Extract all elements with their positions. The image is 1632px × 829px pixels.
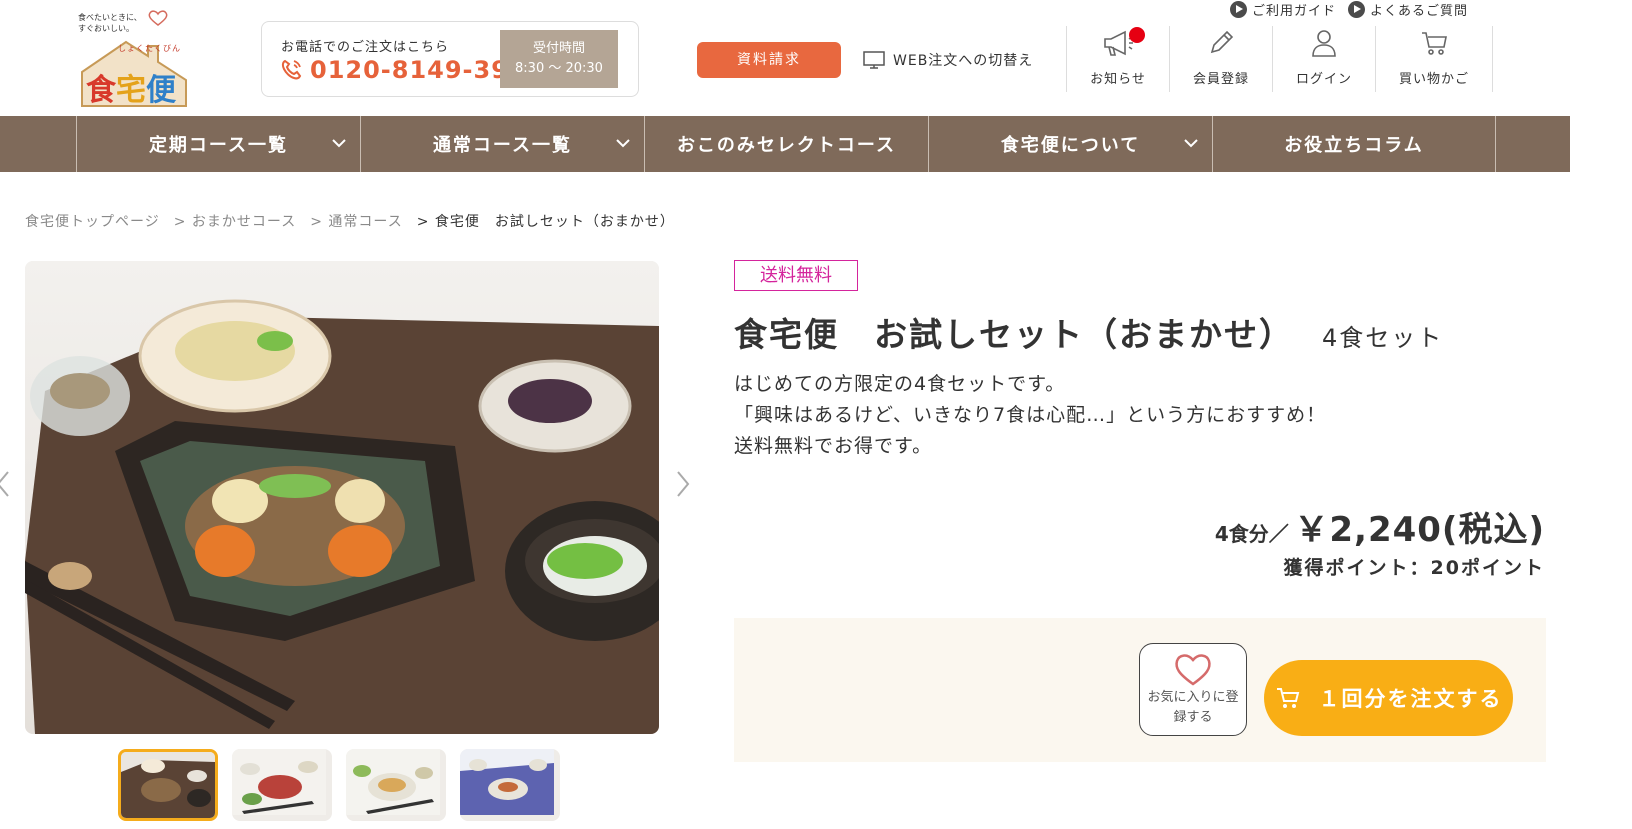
phone-order-box: お電話でのご注文はこちら 0120-8149-39 受付時間 8:30 ～ 20… — [261, 21, 639, 97]
chevron-down-icon — [616, 139, 630, 148]
thumbnail-strip — [118, 749, 560, 821]
product-description: はじめての方限定の4食セットです。 「興味はあるけど、いきなり7食は心配…」とい… — [734, 369, 1326, 462]
desc-line: はじめての方限定の4食セットです。 — [734, 373, 1066, 395]
product-title: 食宅便 お試しセット（おまかせ） 4食セット — [734, 315, 1444, 354]
login-label: ログイン — [1295, 72, 1352, 87]
hours-label: 受付時間 — [532, 41, 585, 56]
desc-line: 送料無料でお得です。 — [734, 435, 933, 457]
news-button[interactable]: お知らせ — [1066, 26, 1169, 92]
next-image-arrow[interactable] — [676, 470, 690, 498]
logo-brand: 食宅便 — [86, 73, 176, 108]
heart-icon — [148, 10, 168, 26]
web-order-switch[interactable]: WEB注文への切替え — [863, 50, 1033, 70]
pencil-icon — [1210, 30, 1234, 54]
breadcrumb-top[interactable]: 食宅便トップページ — [25, 211, 160, 231]
hours-box: 受付時間 8:30 ～ 20:30 — [500, 30, 618, 88]
cart-label: 買い物かご — [1398, 72, 1469, 87]
thumbnail-4[interactable] — [460, 749, 560, 821]
web-switch-label: WEB注文への切替え — [893, 53, 1034, 69]
hours-value: 8:30 ～ 20:30 — [515, 61, 603, 76]
play-icon — [1230, 1, 1247, 18]
favorite-label: お気に入りに登 録する — [1147, 690, 1239, 725]
guide-link[interactable]: ご利用ガイド — [1230, 0, 1336, 19]
top-links: ご利用ガイド よくあるご質問 — [1230, 0, 1468, 19]
order-button[interactable]: １回分を注文する — [1264, 660, 1513, 736]
cart-button[interactable]: 買い物かご — [1375, 26, 1493, 92]
register-button[interactable]: 会員登録 — [1169, 26, 1272, 92]
points: 獲得ポイント：20ポイント — [1283, 557, 1545, 579]
thumbnail-3[interactable] — [346, 749, 446, 821]
thumbnail-1[interactable] — [118, 749, 218, 821]
breadcrumb-current: > 食宅便 お試しセット（おまかせ） — [416, 214, 675, 230]
login-button[interactable]: ログイン — [1272, 26, 1375, 92]
free-shipping-badge: 送料無料 — [734, 260, 858, 291]
user-icon — [1312, 30, 1336, 57]
cart-icon — [1422, 32, 1447, 55]
price-quantity: 4食分／ — [1214, 522, 1289, 546]
phone-label: お電話でのご注文はこちら — [281, 40, 450, 55]
news-label: お知らせ — [1090, 72, 1146, 87]
order-label: １回分を注文する — [1318, 687, 1503, 711]
breadcrumb-omakase[interactable]: > おまかせコース — [174, 211, 296, 231]
cart-icon — [1276, 688, 1299, 708]
product-main-image — [25, 261, 659, 734]
breadcrumb-normal[interactable]: > 通常コース — [310, 211, 402, 231]
phone-icon — [281, 59, 302, 80]
heart-icon — [1175, 654, 1211, 686]
phone-number[interactable]: 0120-8149-39 — [280, 56, 509, 84]
notification-dot — [1129, 27, 1145, 43]
monitor-icon — [863, 51, 885, 69]
doc-request-button[interactable]: 資料請求 — [697, 42, 841, 78]
price: 4食分／ ￥2,240(税込) — [1215, 502, 1545, 551]
faq-link[interactable]: よくあるご質問 — [1348, 0, 1468, 19]
nav-item-normal-course-list[interactable]: 通常コース一覧 — [360, 116, 644, 172]
register-label: 会員登録 — [1192, 72, 1249, 87]
chevron-down-icon — [1184, 139, 1198, 148]
utility-menu: お知らせ 会員登録 ログイン 買い物かご — [1066, 26, 1493, 92]
product-subtitle: 4食セット — [1322, 324, 1444, 352]
logo-ruby: しょくたくびん — [118, 44, 181, 53]
nav-item-column[interactable]: お役立ちコラム — [1212, 116, 1496, 172]
chevron-down-icon — [332, 139, 346, 148]
play-icon — [1348, 1, 1366, 18]
main-nav: 定期コース一覧 通常コース一覧 おこのみセレクトコース 食宅便について お役立ち… — [0, 116, 1570, 172]
nav-item-regular-course-list[interactable]: 定期コース一覧 — [76, 116, 360, 172]
logo-tagline: 食べたいときに、すぐおいしい。 — [78, 13, 142, 33]
price-amount: ￥2,240(税込) — [1294, 510, 1545, 550]
thumbnail-2[interactable] — [232, 749, 332, 821]
site-logo[interactable]: 食べたいときに、すぐおいしい。 しょくたくびん 食宅便 — [76, 10, 196, 108]
favorite-button[interactable]: お気に入りに登 録する — [1139, 643, 1247, 736]
desc-line: 「興味はあるけど、いきなり7食は心配…」という方におすすめ！ — [734, 404, 1327, 426]
nav-item-about[interactable]: 食宅便について — [928, 116, 1212, 172]
order-panel: お気に入りに登 録する １回分を注文する — [734, 618, 1546, 762]
breadcrumb: 食宅便トップページ > おまかせコース > 通常コース > 食宅便 お試しセット… — [25, 211, 675, 231]
nav-item-select-course[interactable]: おこのみセレクトコース — [644, 116, 928, 172]
prev-image-arrow[interactable] — [0, 470, 10, 498]
